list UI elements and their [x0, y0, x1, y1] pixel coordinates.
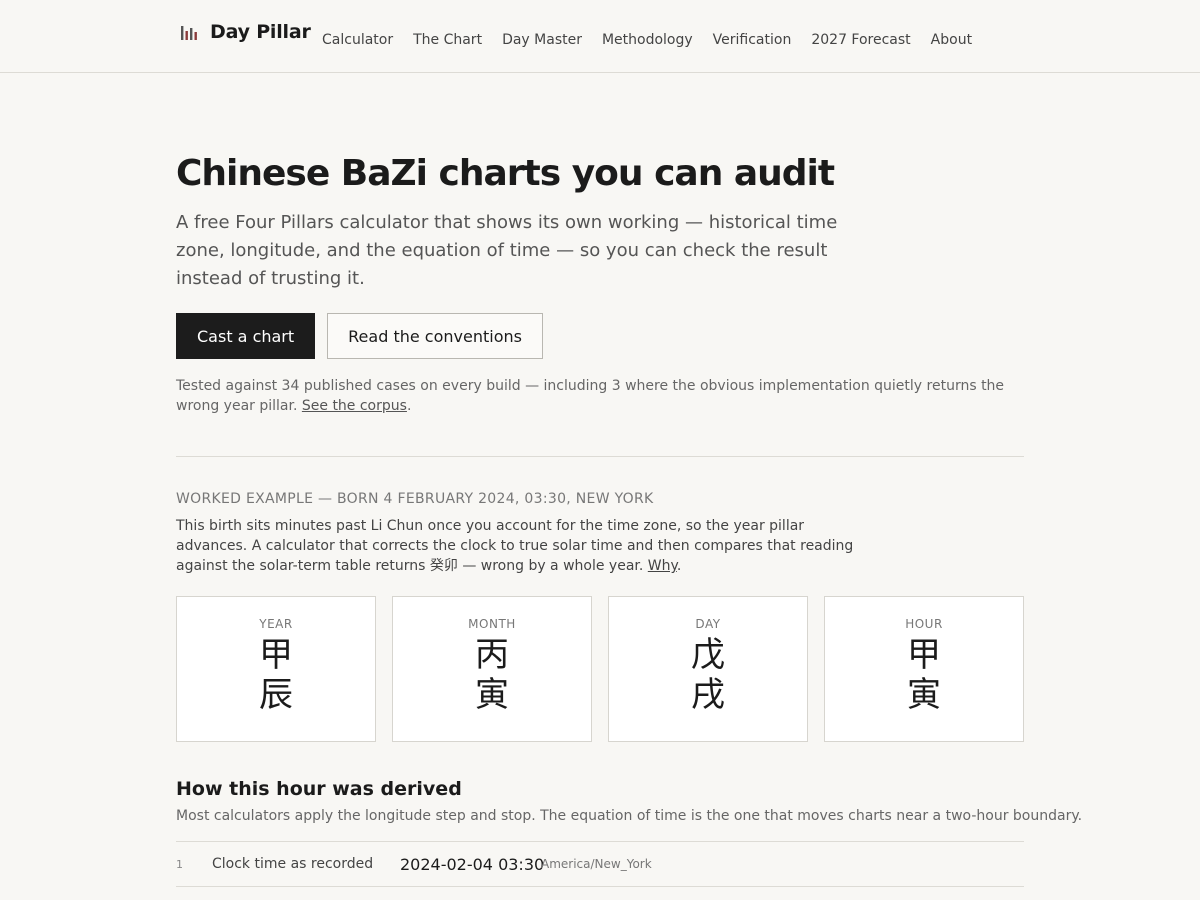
page-title: Chinese BaZi charts you can audit	[176, 153, 835, 194]
see-corpus-link[interactable]: See the corpus	[302, 398, 407, 414]
nav-calculator[interactable]: Calculator	[322, 32, 393, 48]
derivation-title: How this hour was derived	[176, 778, 462, 800]
four-pillars: YEAR 甲 辰 MONTH 丙 寅 DAY 戊 戌 HOUR 甲 寅	[176, 596, 1024, 742]
pillar-branch: 辰	[259, 675, 293, 715]
section-divider	[176, 456, 1024, 457]
site-header: Day Pillar Calculator The Chart Day Mast…	[0, 0, 1200, 73]
example-desc-end: .	[676, 558, 682, 574]
pillar-year: YEAR 甲 辰	[176, 596, 376, 742]
pillar-label: HOUR	[905, 617, 943, 631]
pillar-stem: 甲	[259, 635, 293, 675]
cast-chart-button[interactable]: Cast a chart	[176, 313, 316, 359]
test-note-text: Tested against 34 published cases on eve…	[176, 378, 1005, 414]
test-note-end: .	[406, 398, 412, 414]
pillar-branch: 戌	[691, 675, 725, 715]
pillar-label: YEAR	[259, 617, 293, 631]
example-desc-text: This birth sits minutes past Li Chun onc…	[176, 518, 854, 574]
site-name: Day Pillar	[210, 21, 311, 43]
nav-day-master[interactable]: Day Master	[502, 32, 582, 48]
derivation-steps: 1 Clock time as recorded 2024-02-04 03:3…	[176, 841, 1024, 887]
step-row: 1 Clock time as recorded 2024-02-04 03:3…	[176, 842, 1024, 887]
pillar-label: DAY	[695, 617, 721, 631]
logo-bar-1	[181, 26, 184, 40]
step-timezone: America/New_York	[541, 857, 652, 871]
example-description: This birth sits minutes past Li Chun onc…	[176, 516, 856, 576]
derivation-section: How this hour was derived Most calculato…	[176, 778, 1083, 887]
nav-about[interactable]: About	[931, 32, 972, 48]
hero-actions: Cast a chart Read the conventions	[176, 313, 1024, 359]
why-link[interactable]: Why	[648, 558, 677, 574]
worked-example-section: WORKED EXAMPLE — BORN 4 FEBRUARY 2024, 0…	[176, 491, 1024, 742]
pillar-month: MONTH 丙 寅	[392, 596, 592, 742]
pillar-day: DAY 戊 戌	[608, 596, 808, 742]
logo-bar-2	[185, 31, 188, 40]
pillar-branch: 寅	[475, 675, 509, 715]
bar-chart-icon	[181, 26, 197, 40]
step-value: 2024-02-04 03:30	[400, 854, 545, 874]
pillar-hour: HOUR 甲 寅	[824, 596, 1024, 742]
nav-the-chart[interactable]: The Chart	[413, 32, 482, 48]
example-eyebrow: WORKED EXAMPLE — BORN 4 FEBRUARY 2024, 0…	[176, 491, 654, 507]
test-note: Tested against 34 published cases on eve…	[176, 376, 1024, 416]
step-number: 1	[176, 857, 183, 871]
main-content: Chinese BaZi charts you can audit A free…	[176, 153, 1083, 887]
nav-methodology[interactable]: Methodology	[602, 32, 693, 48]
nav-2027-forecast[interactable]: 2027 Forecast	[811, 32, 910, 48]
logo-bar-3	[190, 28, 193, 40]
pillar-label: MONTH	[468, 617, 516, 631]
pillar-branch: 寅	[907, 675, 941, 715]
pillar-stem: 戊	[691, 635, 725, 675]
logo-link[interactable]: Day Pillar	[180, 21, 311, 43]
read-conventions-button[interactable]: Read the conventions	[327, 313, 543, 359]
hero-section: Chinese BaZi charts you can audit A free…	[176, 153, 1024, 416]
hero-lede: A free Four Pillars calculator that show…	[176, 212, 838, 289]
header-inner: Day Pillar Calculator The Chart Day Mast…	[176, 0, 1024, 72]
nav-verification[interactable]: Verification	[713, 32, 792, 48]
main-nav: Calculator The Chart Day Master Methodol…	[322, 32, 972, 48]
derivation-description: Most calculators apply the longitude ste…	[176, 808, 1083, 824]
pillar-stem: 甲	[907, 635, 941, 675]
step-label: Clock time as recorded	[212, 856, 374, 872]
logo-bar-4	[194, 32, 197, 40]
pillar-stem: 丙	[475, 635, 509, 675]
